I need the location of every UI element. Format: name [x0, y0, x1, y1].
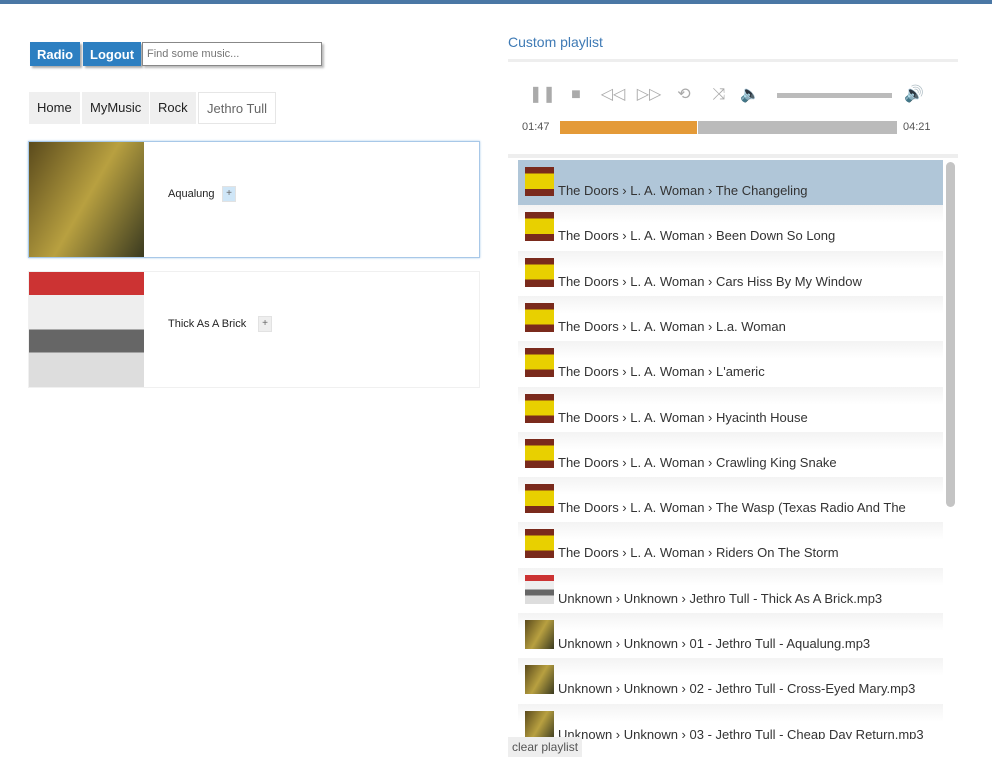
- track-label: Unknown › Unknown › Jethro Tull - Thick …: [558, 590, 883, 606]
- track-thumbnail: [525, 167, 554, 196]
- track-label: The Doors › L. A. Woman › Been Down So L…: [558, 228, 836, 244]
- logout-button[interactable]: Logout: [83, 42, 142, 66]
- playlist-item[interactable]: Unknown › Unknown › Jethro Tull - Thick …: [518, 567, 943, 613]
- track-thumbnail: [525, 438, 554, 468]
- track-thumbnail: [525, 393, 554, 423]
- album-card[interactable]: Aqualung +: [28, 141, 480, 258]
- add-album-button[interactable]: +: [258, 316, 272, 332]
- track-label: The Doors › L. A. Woman › L'americ: [558, 364, 765, 380]
- repeat-icon[interactable]: ⟲: [673, 84, 695, 106]
- track-label: The Doors › L. A. Woman › Cars Hiss By M…: [558, 273, 862, 289]
- search-input[interactable]: [142, 42, 322, 66]
- track-thumbnail: [525, 710, 554, 739]
- total-time: 04:21: [903, 121, 931, 133]
- album-cover: [29, 142, 144, 257]
- album-cover: [29, 272, 144, 387]
- breadcrumb-jethro-tull: Jethro Tull: [198, 92, 276, 124]
- track-thumbnail: [525, 484, 554, 514]
- track-thumbnail: [525, 348, 554, 378]
- track-label: Unknown › Unknown › 01 - Jethro Tull - A…: [558, 636, 871, 651]
- playlist-item[interactable]: The Doors › L. A. Woman › Hyacinth House: [518, 386, 943, 432]
- mute-icon[interactable]: 🔈: [739, 84, 761, 106]
- clear-playlist-button[interactable]: clear playlist: [508, 737, 583, 757]
- progress-bar[interactable]: [560, 121, 897, 134]
- album-title[interactable]: Thick As A Brick: [168, 318, 246, 330]
- pause-icon[interactable]: ❚❚: [529, 84, 556, 106]
- add-album-button[interactable]: +: [222, 186, 236, 202]
- playlist-item[interactable]: The Doors › L. A. Woman › L.a. Woman: [518, 295, 943, 341]
- track-thumbnail: [525, 302, 554, 332]
- playlist-item[interactable]: The Doors › L. A. Woman › Been Down So L…: [518, 205, 943, 251]
- album-card[interactable]: Thick As A Brick +: [28, 271, 480, 388]
- stop-icon[interactable]: ■: [565, 84, 587, 106]
- track-thumbnail: [525, 529, 554, 559]
- playlist-item[interactable]: The Doors › L. A. Woman › Crawling King …: [518, 431, 943, 477]
- radio-button[interactable]: Radio: [30, 42, 81, 66]
- playlist-item[interactable]: The Doors › L. A. Woman › Riders On The …: [518, 522, 943, 568]
- previous-icon[interactable]: ◁◁: [600, 84, 626, 106]
- track-thumbnail: [525, 620, 554, 649]
- shuffle-icon[interactable]: ⤨: [708, 84, 730, 106]
- progress-fill: [560, 121, 699, 134]
- track-thumbnail: [525, 574, 554, 604]
- playlist-item[interactable]: The Doors › L. A. Woman › The Wasp (Texa…: [518, 477, 943, 523]
- next-icon[interactable]: ▷▷: [636, 84, 662, 106]
- volume-max-icon[interactable]: 🔊: [898, 84, 930, 106]
- playlist-item[interactable]: Unknown › Unknown › 02 - Jethro Tull - C…: [518, 658, 943, 704]
- breadcrumb-home[interactable]: Home: [29, 92, 80, 124]
- playlist-title: Custom playlist: [508, 34, 603, 50]
- playlist-item[interactable]: Unknown › Unknown › 01 - Jethro Tull - A…: [518, 613, 943, 658]
- track-thumbnail: [525, 212, 554, 242]
- track-label: The Doors › L. A. Woman › Riders On The …: [558, 545, 839, 561]
- volume-slider[interactable]: [777, 93, 892, 98]
- track-thumbnail: [525, 257, 554, 287]
- track-label: The Doors › L. A. Woman › Crawling King …: [558, 454, 837, 470]
- playlist: The Doors › L. A. Woman › The Changeling…: [508, 154, 958, 739]
- track-label: The Doors › L. A. Woman › Hyacinth House: [558, 409, 808, 425]
- track-thumbnail: [525, 665, 554, 695]
- track-label: The Doors › L. A. Woman › The Changeling: [558, 183, 808, 198]
- playlist-item[interactable]: The Doors › L. A. Woman › The Changeling: [518, 160, 943, 205]
- album-title[interactable]: Aqualung: [168, 188, 215, 200]
- breadcrumb-mymusic[interactable]: MyMusic: [82, 92, 150, 124]
- track-label: Unknown › Unknown › 02 - Jethro Tull - C…: [558, 681, 916, 697]
- track-label: Unknown › Unknown › 03 - Jethro Tull - C…: [558, 726, 924, 739]
- elapsed-time: 01:47: [522, 121, 550, 133]
- playlist-item[interactable]: The Doors › L. A. Woman › L'americ: [518, 341, 943, 387]
- track-label: The Doors › L. A. Woman › L.a. Woman: [558, 318, 786, 334]
- playlist-item[interactable]: Unknown › Unknown › 03 - Jethro Tull - C…: [518, 703, 943, 739]
- scrollbar[interactable]: [946, 162, 955, 507]
- track-label: The Doors › L. A. Woman › The Wasp (Texa…: [558, 500, 906, 516]
- playlist-item[interactable]: The Doors › L. A. Woman › Cars Hiss By M…: [518, 250, 943, 296]
- breadcrumb-rock[interactable]: Rock: [150, 92, 196, 124]
- divider: [508, 59, 958, 62]
